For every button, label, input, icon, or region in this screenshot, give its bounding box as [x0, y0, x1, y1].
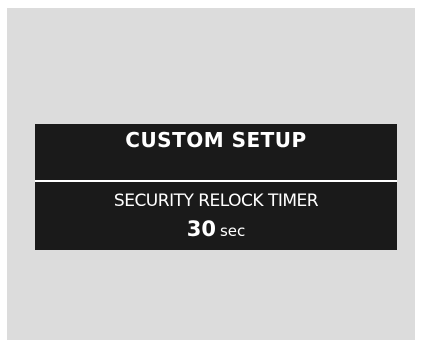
- timer-unit: sec: [219, 222, 246, 240]
- setting-value: 30 sec: [35, 216, 397, 244]
- screenshot-frame: CUSTOM SETUP SECURITY RELOCK TIMER 30 se…: [7, 8, 415, 340]
- display-header: CUSTOM SETUP: [35, 124, 397, 179]
- timer-value: 30: [186, 217, 216, 241]
- header-divider: [35, 180, 397, 182]
- lcd-display: CUSTOM SETUP SECURITY RELOCK TIMER 30 se…: [35, 124, 397, 250]
- screen-title: CUSTOM SETUP: [125, 128, 307, 152]
- setting-label: SECURITY RELOCK TIMER: [113, 191, 319, 211]
